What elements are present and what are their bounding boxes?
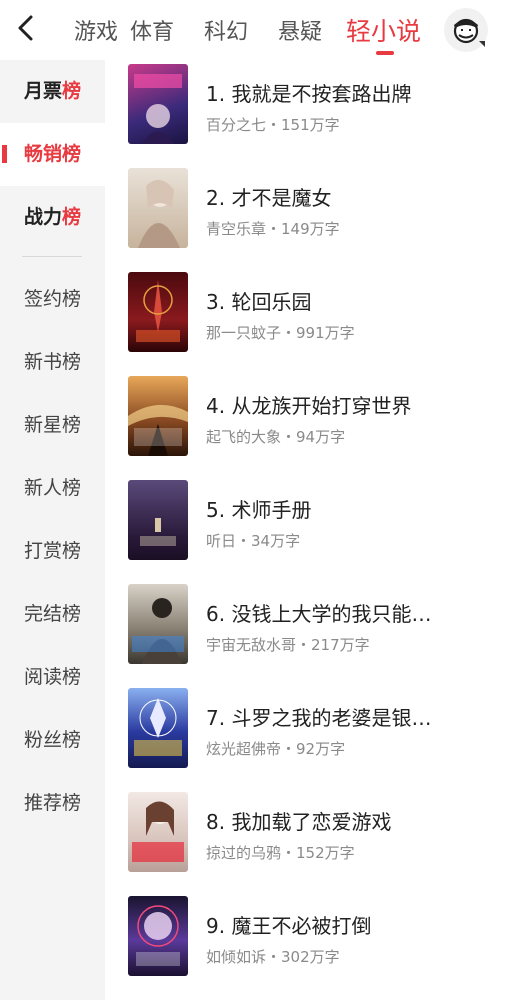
- tab-light-novel[interactable]: 轻小说: [346, 12, 421, 48]
- book-cover: [128, 272, 188, 352]
- book-cover: [128, 480, 188, 560]
- book-title: 3. 轮回乐园: [206, 290, 312, 314]
- book-cover: [128, 584, 188, 664]
- book-cover: [128, 792, 188, 872]
- book-title: 1. 我就是不按套路出牌: [206, 82, 412, 106]
- book-title: 5. 术师手册: [206, 498, 312, 522]
- list-item[interactable]: 8. 我加载了恋爱游戏 掠过的乌鸦・152万字: [105, 792, 507, 896]
- dropdown-corner-icon: [479, 41, 485, 47]
- tab-scifi[interactable]: 科幻: [204, 14, 248, 46]
- sidebar-item-newcomers[interactable]: 新人榜: [0, 457, 105, 520]
- sidebar-item-label: 畅销榜: [23, 143, 81, 165]
- book-title: 9. 魔王不必被打倒: [206, 914, 372, 938]
- sidebar-item-label: 战力: [23, 206, 62, 228]
- sidebar-item-new-stars[interactable]: 新星榜: [0, 394, 105, 457]
- list-item[interactable]: 7. 斗罗之我的老婆是银… 炫光超佛帝・92万字: [105, 688, 507, 792]
- list-item[interactable]: 2. 才不是魔女 青空乐章・149万字: [105, 168, 507, 272]
- list-item[interactable]: 9. 魔王不必被打倒 如倾如诉・302万字: [105, 896, 507, 1000]
- sidebar-item-label: 月票: [23, 80, 62, 102]
- book-cover: [128, 168, 188, 248]
- category-tabs: 游戏 体育 科幻 悬疑 轻小说: [72, 0, 423, 58]
- list-item[interactable]: 5. 术师手册 听日・34万字: [105, 480, 507, 584]
- sidebar-item-recommended[interactable]: 推荐榜: [0, 772, 105, 835]
- sidebar-item-label-accent: 榜: [62, 80, 82, 102]
- sidebar-item-completed[interactable]: 完结榜: [0, 583, 105, 646]
- list-item[interactable]: 3. 轮回乐园 那一只蚊子・991万字: [105, 272, 507, 376]
- sidebar-divider: [22, 256, 82, 257]
- book-ranking-list: 1. 我就是不按套路出牌 百分之七・151万字 2. 才不是魔女 青空乐章・14…: [105, 60, 507, 1000]
- sidebar-item-signed[interactable]: 签约榜: [0, 268, 105, 331]
- tab-mystery[interactable]: 悬疑: [278, 14, 322, 46]
- list-item[interactable]: 6. 没钱上大学的我只能… 宇宙无敌水哥・217万字: [105, 584, 507, 688]
- sidebar-item-power[interactable]: 战力榜: [0, 186, 105, 249]
- list-item[interactable]: 1. 我就是不按套路出牌 百分之七・151万字: [105, 64, 507, 168]
- list-item[interactable]: 4. 从龙族开始打穿世界 起飞的大象・94万字: [105, 376, 507, 480]
- book-cover: [128, 64, 188, 144]
- book-meta: 起飞的大象・94万字: [206, 428, 346, 446]
- book-meta: 听日・34万字: [206, 532, 301, 550]
- user-avatar-icon[interactable]: [444, 8, 488, 52]
- active-indicator: [2, 145, 7, 163]
- book-meta: 宇宙无敌水哥・217万字: [206, 636, 370, 654]
- book-meta: 百分之七・151万字: [206, 116, 340, 134]
- book-cover: [128, 896, 188, 976]
- book-title: 7. 斗罗之我的老婆是银…: [206, 706, 432, 730]
- sidebar-item-fans[interactable]: 粉丝榜: [0, 709, 105, 772]
- sidebar-item-bestseller[interactable]: 畅销榜: [0, 123, 105, 186]
- book-cover: [128, 376, 188, 456]
- book-title: 8. 我加载了恋爱游戏: [206, 810, 392, 834]
- sidebar-item-label-accent: 榜: [62, 206, 82, 228]
- book-meta: 如倾如诉・302万字: [206, 948, 340, 966]
- book-meta: 炫光超佛帝・92万字: [206, 740, 346, 758]
- book-meta: 青空乐章・149万字: [206, 220, 340, 238]
- chevron-left-icon[interactable]: [12, 12, 40, 44]
- book-title: 2. 才不是魔女: [206, 186, 332, 210]
- ranking-sidebar: 月票榜 畅销榜 战力榜 签约榜 新书榜 新星榜 新人榜 打赏榜 完结榜 阅读榜 …: [0, 60, 105, 1000]
- sidebar-item-rewards[interactable]: 打赏榜: [0, 520, 105, 583]
- book-meta: 掠过的乌鸦・152万字: [206, 844, 355, 862]
- book-title: 4. 从龙族开始打穿世界: [206, 394, 412, 418]
- sidebar-item-monthly-ticket[interactable]: 月票榜: [0, 60, 105, 123]
- book-title: 6. 没钱上大学的我只能…: [206, 602, 432, 626]
- top-navigation-bar: 游戏 体育 科幻 悬疑 轻小说: [0, 0, 507, 58]
- book-cover: [128, 688, 188, 768]
- sidebar-item-reading[interactable]: 阅读榜: [0, 646, 105, 709]
- active-tab-indicator: [376, 51, 394, 55]
- sidebar-item-new-books[interactable]: 新书榜: [0, 331, 105, 394]
- book-meta: 那一只蚊子・991万字: [206, 324, 355, 342]
- tab-sports[interactable]: 体育: [130, 14, 174, 46]
- tab-games[interactable]: 游戏: [74, 14, 118, 46]
